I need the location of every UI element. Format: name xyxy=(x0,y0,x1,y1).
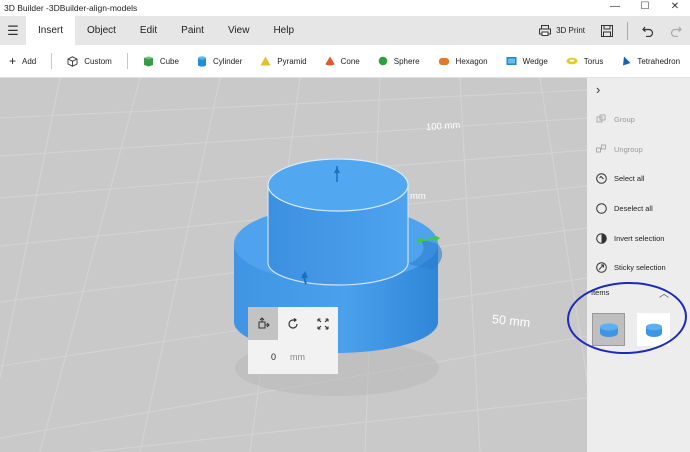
title-bar: 3D Builder -3DBuilder-align-models — ☐ ✕ xyxy=(0,0,690,16)
3d-viewport[interactable]: 100 mm mm 50 mm xyxy=(0,78,587,452)
shape-cube-button[interactable]: Cube xyxy=(134,45,188,78)
select-all-icon xyxy=(595,172,607,184)
cube-outline-icon xyxy=(67,55,78,67)
dimension-label-mm: mm xyxy=(410,191,426,202)
sphere-label: Sphere xyxy=(393,56,420,66)
maximize-button[interactable]: ☐ xyxy=(630,0,660,16)
group-label: Group xyxy=(614,114,635,124)
add-label: Add xyxy=(22,56,37,66)
toolbar-separator xyxy=(51,53,53,69)
custom-label: Custom xyxy=(84,56,112,66)
move-tool-button[interactable] xyxy=(248,307,278,340)
close-button[interactable]: ✕ xyxy=(660,0,690,16)
shape-pyramid-button[interactable]: Pyramid xyxy=(251,45,315,78)
tab-paint[interactable]: Paint xyxy=(169,16,216,45)
pyramid-icon xyxy=(260,56,271,66)
cube-label: Cube xyxy=(159,56,179,66)
shape-torus-button[interactable]: Torus xyxy=(557,45,613,78)
window-title: 3D Builder -3DBuilder-align-models xyxy=(4,3,138,13)
add-button[interactable]: + Add xyxy=(0,45,45,78)
redo-icon xyxy=(670,26,682,37)
scale-tool-button[interactable] xyxy=(308,307,338,340)
ribbon-actions: 3D Print xyxy=(531,16,690,45)
transform-panel: 0 mm xyxy=(248,307,338,374)
ungroup-icon xyxy=(595,143,607,155)
plus-icon: + xyxy=(9,54,17,68)
shape-cone-button[interactable]: Cone xyxy=(316,45,369,78)
shape-tetrahedron-button[interactable]: Tetrahedron xyxy=(612,45,689,78)
rotate-tool-button[interactable] xyxy=(278,307,308,340)
save-icon xyxy=(601,24,613,37)
group-icon xyxy=(595,113,607,125)
ribbon-tabs: ☰ Insert Object Edit Paint View Help 3D … xyxy=(0,16,690,45)
sticky-selection-button[interactable]: Sticky selection xyxy=(587,257,690,277)
shape-sphere-button[interactable]: Sphere xyxy=(369,45,429,78)
tab-object[interactable]: Object xyxy=(75,16,128,45)
group-button[interactable]: Group xyxy=(587,109,690,129)
torus-label: Torus xyxy=(583,56,604,66)
select-all-label: Select all xyxy=(614,173,645,183)
deselect-all-label: Deselect all xyxy=(614,203,653,213)
move-value-input[interactable]: 0 xyxy=(248,352,280,362)
cylinder-label: Cylinder xyxy=(212,56,243,66)
sticky-selection-label: Sticky selection xyxy=(614,262,666,272)
tab-insert[interactable]: Insert xyxy=(26,16,76,45)
rotate-icon xyxy=(288,317,298,329)
move-icon xyxy=(258,317,270,329)
sticky-selection-icon xyxy=(595,261,607,273)
cube-icon xyxy=(143,56,153,66)
tab-help[interactable]: Help xyxy=(261,16,306,45)
printer-icon xyxy=(539,25,552,36)
hamburger-icon[interactable]: ☰ xyxy=(0,16,26,45)
tab-edit[interactable]: Edit xyxy=(128,16,169,45)
ungroup-button[interactable]: Ungroup xyxy=(587,139,690,159)
deselect-all-icon xyxy=(595,202,607,214)
ribbon-separator xyxy=(627,21,628,40)
panel-collapse-chevron-icon[interactable]: › xyxy=(596,82,600,97)
ungroup-label: Ungroup xyxy=(614,144,643,154)
wedge-label: Wedge xyxy=(522,56,548,66)
hexagon-icon xyxy=(438,57,449,65)
redo-button[interactable] xyxy=(662,16,690,45)
shape-wedge-button[interactable]: Wedge xyxy=(497,45,557,78)
cone-icon xyxy=(325,56,335,66)
window-controls: — ☐ ✕ xyxy=(600,0,690,16)
shape-cylinder-button[interactable]: Cylinder xyxy=(188,45,251,78)
scale-icon xyxy=(317,317,329,330)
3d-print-label: 3D Print xyxy=(556,26,585,35)
shape-hexagon-button[interactable]: Hexagon xyxy=(429,45,497,78)
3d-print-button[interactable]: 3D Print xyxy=(531,16,593,45)
custom-button[interactable]: Custom xyxy=(58,45,121,78)
insert-toolbar: + Add Custom Cube Cylinder Pyramid Cone … xyxy=(0,45,690,78)
deselect-all-button[interactable]: Deselect all xyxy=(587,198,690,218)
undo-button[interactable] xyxy=(634,16,662,45)
sphere-icon xyxy=(378,56,388,66)
invert-selection-icon xyxy=(595,232,607,244)
minimize-button[interactable]: — xyxy=(600,0,630,16)
cylinder-icon xyxy=(197,55,206,67)
save-button[interactable] xyxy=(593,16,621,45)
tab-view[interactable]: View xyxy=(216,16,262,45)
toolbar-separator xyxy=(126,53,128,69)
tetrahedron-label: Tetrahedron xyxy=(637,56,681,66)
invert-selection-label: Invert selection xyxy=(614,233,665,243)
side-panel: › Group Ungroup Select all Deselect all … xyxy=(587,78,690,452)
tetrahedron-icon xyxy=(623,56,631,66)
torus-icon xyxy=(566,57,578,65)
move-unit-label: mm xyxy=(290,352,305,362)
invert-selection-button[interactable]: Invert selection xyxy=(587,228,690,248)
hexagon-label: Hexagon xyxy=(455,56,488,66)
wedge-icon xyxy=(506,57,517,65)
undo-icon xyxy=(642,26,654,37)
pyramid-label: Pyramid xyxy=(277,56,307,66)
scene-canvas xyxy=(0,78,587,452)
select-all-button[interactable]: Select all xyxy=(587,168,690,188)
small-cylinder xyxy=(267,158,409,286)
cone-label: Cone xyxy=(340,56,360,66)
